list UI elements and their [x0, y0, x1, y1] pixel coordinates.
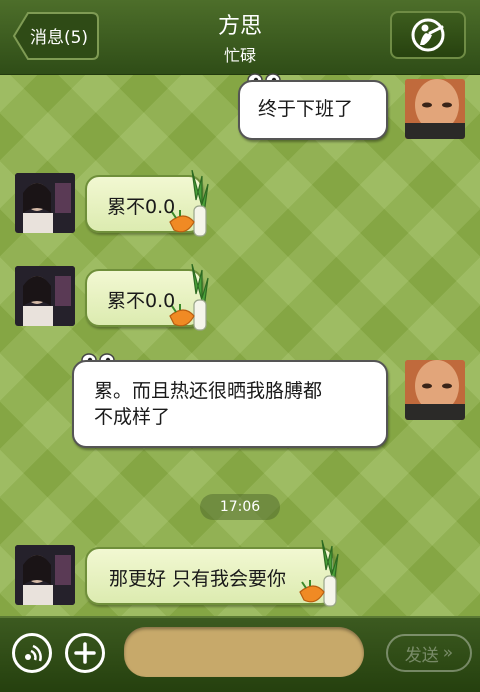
back-button-label: 消息(5): [29, 27, 89, 48]
voice-call-icon: [411, 18, 445, 52]
message-input[interactable]: [124, 627, 364, 677]
message-text-line1: 累。而且热还很晒我胳膊都: [94, 380, 323, 402]
message-text: 那更好 只有我会要你: [109, 568, 287, 590]
chevron-right-icon: »: [442, 643, 454, 663]
message-text: 终于下班了: [258, 98, 354, 120]
voice-mode-button[interactable]: [12, 633, 52, 673]
my-avatar[interactable]: [405, 360, 465, 420]
contact-avatar[interactable]: [15, 266, 75, 326]
back-button[interactable]: 消息(5): [12, 11, 98, 59]
message-bubble-outgoing[interactable]: 累。而且热还很晒我胳膊都 不成样了: [72, 360, 388, 448]
message-bubble-outgoing[interactable]: 终于下班了: [238, 80, 388, 140]
contact-status: 忙碌: [223, 46, 256, 65]
send-button-label: 发送: [404, 645, 439, 666]
voice-call-button[interactable]: [390, 11, 466, 59]
message-text-line2: 不成样了: [94, 406, 171, 428]
send-button[interactable]: 发送 »: [386, 634, 472, 672]
my-avatar[interactable]: [405, 79, 465, 139]
contact-avatar[interactable]: [15, 173, 75, 233]
voice-mode-icon: [25, 644, 42, 662]
leek-sticker-icon: [169, 170, 209, 237]
timestamp-badge: 17:06: [200, 494, 280, 520]
message-text: 累不0.0: [107, 290, 176, 312]
add-attachment-button[interactable]: [65, 633, 105, 673]
leek-sticker-icon: [169, 264, 209, 331]
leek-sticker-icon: [299, 540, 339, 607]
contact-name: 方思: [217, 14, 262, 39]
plus-icon: [74, 642, 96, 664]
contact-avatar[interactable]: [15, 545, 75, 605]
chat-header: 消息(5) 方思 忙碌: [0, 0, 480, 75]
message-text: 累不0.0: [107, 196, 176, 218]
